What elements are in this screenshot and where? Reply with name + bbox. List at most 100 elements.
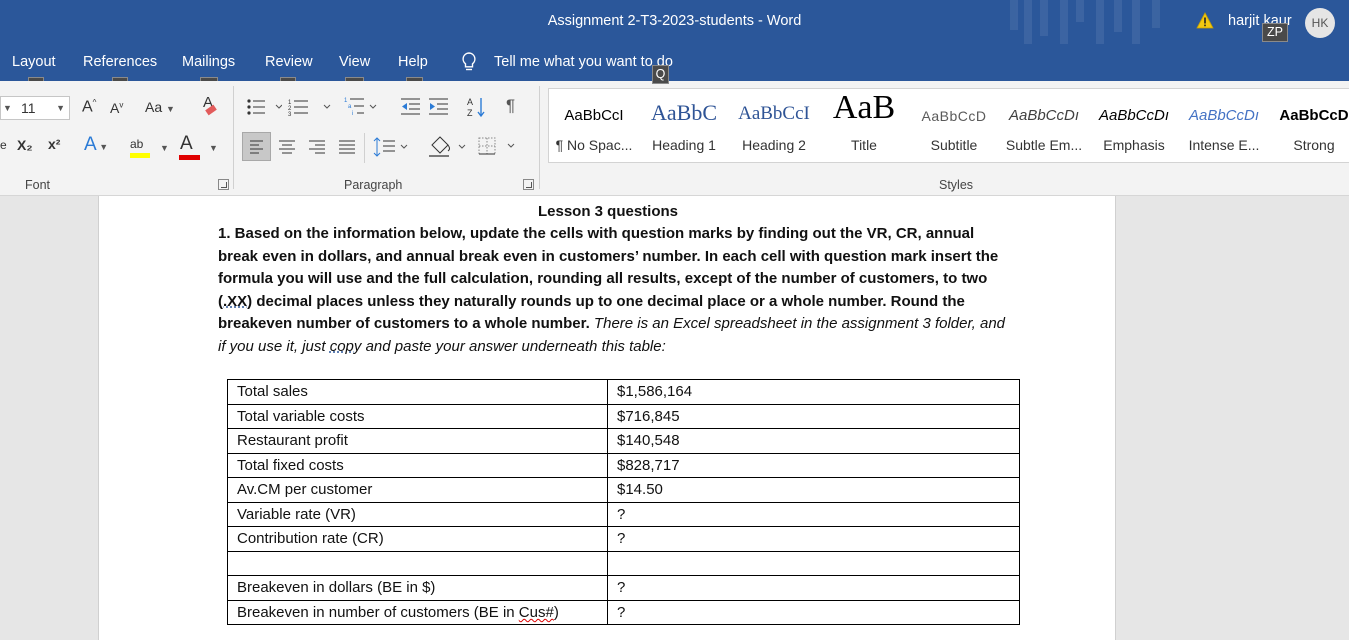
style-title[interactable]: AaB Title — [819, 89, 909, 164]
text-effects-button[interactable]: A ▼ — [84, 134, 108, 156]
style-name: Subtitle — [930, 137, 978, 153]
decrease-indent-icon[interactable] — [400, 97, 422, 117]
paragraph-dialog-launcher[interactable] — [523, 179, 534, 190]
row-value[interactable]: ? — [607, 526, 1020, 552]
style-subtitle[interactable]: AaBbCcD Subtitle — [909, 89, 999, 164]
style-subtle-emphasis[interactable]: AaBbCcDı Subtle Em... — [999, 89, 1089, 164]
pilcrow-icon[interactable]: ¶ — [506, 96, 515, 116]
row-value[interactable]: $140,548 — [607, 428, 1020, 454]
row-label[interactable]: Breakeven in dollars (BE in $) — [227, 575, 608, 601]
warning-triangle-icon[interactable] — [1196, 12, 1214, 29]
align-left-button[interactable] — [242, 132, 271, 161]
text-effects-label: A — [84, 134, 97, 155]
bullets-icon[interactable] — [246, 97, 282, 117]
row-value[interactable]: ? — [607, 501, 1020, 527]
style-no-spacing[interactable]: AaBbCcI ¶ No Spac... — [549, 89, 639, 164]
row-value[interactable]: ? — [607, 599, 1020, 625]
multilevel-list-icon[interactable]: 1ai — [344, 95, 380, 117]
svg-text:3: 3 — [288, 112, 292, 117]
tab-view[interactable]: View — [339, 54, 370, 70]
tell-me-search[interactable]: Tell me what you want to do — [494, 54, 673, 70]
sort-az-icon[interactable]: A Z — [466, 95, 488, 119]
style-emphasis[interactable]: AaBbCcDı Emphasis — [1089, 89, 1179, 164]
table-row: Breakeven in dollars (BE in $)? — [227, 575, 1020, 601]
justify-icon[interactable] — [338, 139, 356, 155]
shading-icon[interactable] — [428, 133, 468, 159]
style-heading-2[interactable]: AaBbCcI Heading 2 — [729, 89, 819, 164]
document-page[interactable]: Lesson 3 questions 1. Based on the infor… — [98, 196, 1116, 640]
style-name: Emphasis — [1103, 137, 1165, 153]
shrink-font-button[interactable]: Av — [110, 100, 123, 116]
row-label-text: Breakeven in number of customers (BE in — [237, 603, 519, 621]
keytip-tell-me: Q — [652, 65, 669, 84]
increase-indent-icon[interactable] — [428, 97, 450, 117]
tab-help[interactable]: Help — [398, 54, 428, 70]
style-sample: AaBbCcD — [1279, 107, 1349, 124]
highlight-label: ab — [130, 137, 144, 151]
style-strong[interactable]: AaBbCcD Strong — [1269, 89, 1349, 164]
style-sample: AaB — [832, 89, 896, 126]
question-text-copy: copy — [329, 337, 362, 355]
font-dialog-launcher[interactable] — [218, 179, 229, 190]
row-label[interactable]: Total fixed costs — [227, 452, 608, 478]
tab-mailings[interactable]: Mailings — [182, 54, 235, 70]
font-color-dropdown-icon[interactable]: ▼ — [209, 143, 218, 153]
row-label[interactable]: Total variable costs — [227, 403, 608, 429]
row-value[interactable]: $14.50 — [607, 477, 1020, 503]
superscript-button[interactable]: x² — [48, 136, 60, 152]
font-size-box[interactable]: ▼ 11 ▼ — [0, 96, 70, 120]
tab-layout[interactable]: Layout — [12, 54, 56, 70]
align-center-icon[interactable] — [278, 139, 296, 155]
table-row: Av.CM per customer $14.50 — [227, 477, 1020, 503]
document-title: Assignment 2-T3-2023-students - Word — [547, 13, 802, 29]
row-value[interactable]: $828,717 — [607, 452, 1020, 478]
separator — [233, 86, 234, 189]
style-name: ¶ No Spac... — [555, 137, 633, 153]
question-paragraph[interactable]: 1. Based on the information below, updat… — [218, 223, 1008, 358]
row-value[interactable]: $1,586,164 — [607, 379, 1020, 405]
style-sample: AaBbCcI — [564, 107, 624, 124]
font-color-button[interactable]: A — [179, 133, 200, 160]
table-row: Variable rate (VR)? — [227, 501, 1020, 527]
change-case-button[interactable]: Aa ▼ — [145, 99, 175, 115]
row-label[interactable]: Restaurant profit — [227, 428, 608, 454]
row-label[interactable]: Contribution rate (CR) — [227, 526, 608, 552]
row-value[interactable]: ? — [607, 575, 1020, 601]
row-label[interactable]: Av.CM per customer — [227, 477, 608, 503]
grow-font-label: A — [82, 98, 93, 116]
avatar[interactable]: HK — [1305, 8, 1335, 38]
strikethrough-fragment[interactable]: e — [0, 138, 7, 152]
tab-review[interactable]: Review — [265, 54, 313, 70]
align-right-icon[interactable] — [308, 139, 326, 155]
numbering-icon[interactable]: 123 — [288, 97, 334, 117]
grow-font-button[interactable]: A^ — [82, 98, 96, 116]
table-row: Total variable costs $716,845 — [227, 403, 1020, 429]
table-row: Total sales $1,586,164 — [227, 379, 1020, 405]
subscript-button[interactable]: X₂ — [17, 137, 33, 153]
font-group-label: Font — [25, 178, 51, 192]
row-label[interactable] — [227, 550, 608, 576]
change-case-label: Aa — [145, 99, 163, 115]
style-intense-emphasis[interactable]: AaBbCcDı Intense E... — [1179, 89, 1269, 164]
style-heading-1[interactable]: AaBbC Heading 1 — [639, 89, 729, 164]
row-label[interactable]: Variable rate (VR) — [227, 501, 608, 527]
font-size-dropdown-icon[interactable]: ▼ — [56, 103, 65, 113]
borders-icon[interactable] — [478, 136, 518, 158]
highlight-button[interactable]: ab — [130, 135, 150, 158]
paragraph-group-label: Paragraph — [344, 178, 403, 192]
highlight-dropdown-icon[interactable]: ▼ — [160, 143, 169, 153]
styles-gallery: AaBbCcI ¶ No Spac... AaBbC Heading 1 AaB… — [548, 88, 1349, 163]
row-value[interactable]: $716,845 — [607, 403, 1020, 429]
clear-formatting-icon[interactable]: A — [200, 93, 220, 117]
table-row: Total fixed costs $828,717 — [227, 452, 1020, 478]
style-name: Intense E... — [1188, 137, 1260, 153]
row-label[interactable]: Breakeven in number of customers (BE in … — [227, 599, 608, 625]
line-spacing-icon[interactable] — [373, 136, 411, 158]
style-sample: AaBbC — [651, 100, 717, 125]
row-label[interactable]: Total sales — [227, 379, 608, 405]
row-label-text-end: ) — [553, 603, 559, 621]
style-sample: AaBbCcDı — [1098, 107, 1170, 124]
row-value[interactable] — [607, 550, 1020, 576]
tab-references[interactable]: References — [83, 54, 157, 70]
shrink-font-label: A — [110, 100, 120, 116]
